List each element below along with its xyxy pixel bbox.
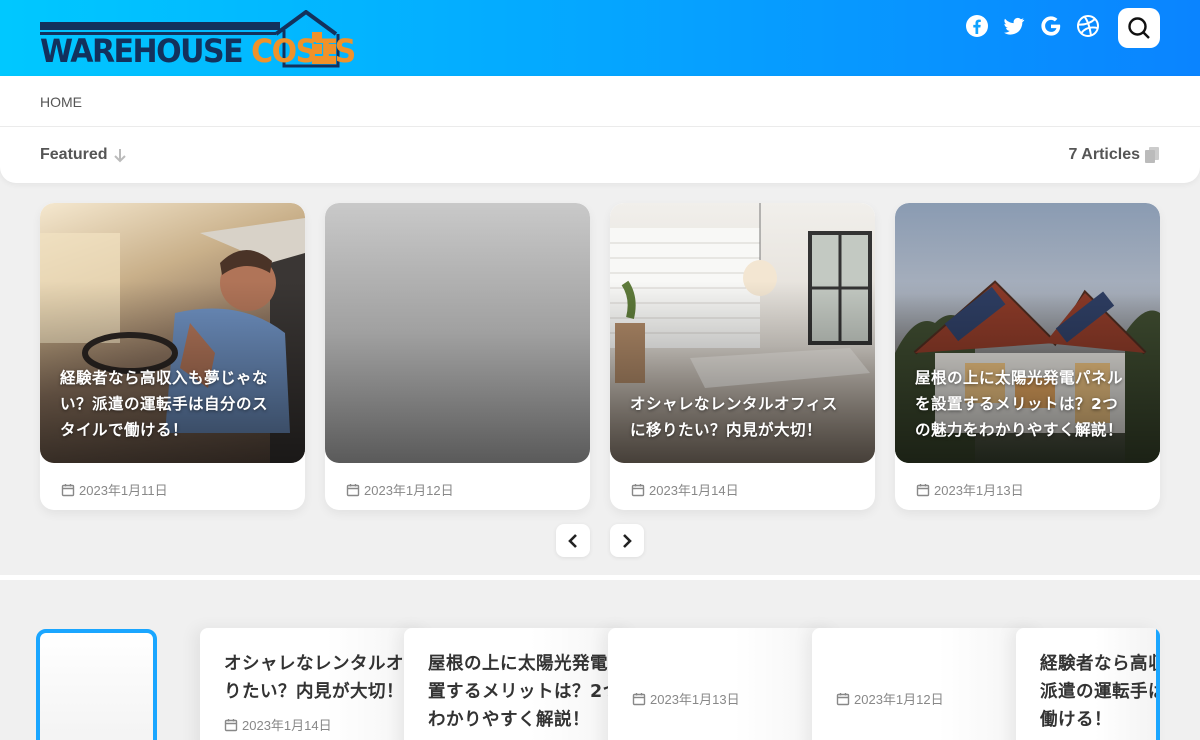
google-icon[interactable] xyxy=(1039,14,1063,38)
facebook-icon[interactable] xyxy=(965,14,989,38)
card-date: 2023年1月11日 xyxy=(61,480,168,499)
card-title[interactable]: 経験者なら高収入も夢じゃな い？派遣の運転手は自分のス タイルで働ける！ xyxy=(60,365,287,443)
card-title[interactable]: オシャレなレンタルオフィス に移りたい？内見が大切！ xyxy=(630,391,857,443)
carousel-card[interactable]: オシャレなレンタルオフィス に移りたい？内見が大切！ 2023年1月14日 xyxy=(610,203,875,510)
search-icon xyxy=(1128,17,1150,39)
list-item-date-text: 2023年1月13日 xyxy=(650,692,740,707)
calendar-icon xyxy=(836,692,850,705)
calendar-icon xyxy=(916,483,930,496)
carousel-card[interactable]: 屋根の上に太陽光発電パネル を設置するメリットは？2つ の魅力をわかりやすく解説… xyxy=(895,203,1160,510)
article-count-label: 7 Articles xyxy=(1068,146,1140,163)
card-date-text: 2023年1月12日 xyxy=(364,483,454,498)
social-links xyxy=(965,14,1100,38)
calendar-icon xyxy=(631,483,645,496)
chevron-left-icon xyxy=(568,533,577,548)
card-date-text: 2023年1月11日 xyxy=(79,483,168,498)
card-date-text: 2023年1月13日 xyxy=(934,483,1024,498)
list-item-title[interactable]: 屋根の上に太陽光発電パネルを設 置するメリットは？2つの魅力を わかりやすく解説… xyxy=(428,650,634,734)
card-date: 2023年1月13日 xyxy=(916,480,1024,499)
card-image[interactable]: 屋根の上に太陽光発電パネル を設置するメリットは？2つ の魅力をわかりやすく解説… xyxy=(895,203,1160,463)
dribbble-icon[interactable] xyxy=(1076,14,1100,38)
list-item-title[interactable]: オシャレなレンタルオフィスに移 りたい？内見が大切！ xyxy=(224,650,430,706)
featured-label: Featured xyxy=(40,146,108,163)
list-item-title-line: 経験者なら高収入も夢じゃない？ xyxy=(1040,654,1160,674)
list-item[interactable]: 経験者なら高収入も夢じゃない？ 派遣の運転手は自分のスタイルで 働ける！ xyxy=(1016,628,1160,740)
breadcrumb-home-link[interactable]: HOME xyxy=(40,94,82,110)
list-item-date-text: 2023年1月14日 xyxy=(242,718,332,733)
list-item-date: 2023年1月14日 xyxy=(224,715,332,734)
list-item-title-line: 屋根の上に太陽光発電パネルを設 xyxy=(428,654,634,674)
card-title[interactable]: 屋根の上に太陽光発電パネル を設置するメリットは？2つ の魅力をわかりやすく解説… xyxy=(915,365,1142,443)
copy-icon xyxy=(1145,147,1159,163)
list-item-active-edge xyxy=(1156,628,1160,740)
logo-bar xyxy=(40,22,280,30)
card-title-line: に移りたい？内見が大切！ xyxy=(630,421,823,439)
list-item-title-line: 派遣の運転手は自分のスタイルで xyxy=(1040,682,1160,702)
card-image[interactable]: オシャレなレンタルオフィス に移りたい？内見が大切！ xyxy=(610,203,875,463)
featured-heading: Featured xyxy=(40,146,128,164)
panel-divider xyxy=(0,126,1200,127)
twitter-icon[interactable] xyxy=(1002,14,1026,38)
featured-panel: HOME Featured 7 Articles xyxy=(0,76,1200,183)
logo-word-warehouse: WAREHOUSE xyxy=(40,32,244,71)
arrow-down-icon xyxy=(113,149,126,163)
card-date: 2023年1月12日 xyxy=(346,480,454,499)
carousel-prev-button[interactable] xyxy=(556,524,590,557)
list-item-title-line: りたい？内見が大切！ xyxy=(224,682,404,702)
article-count: 7 Articles xyxy=(1069,146,1160,164)
list-item-title-line: 働ける！ xyxy=(1040,710,1112,730)
list-item[interactable]: 2023年1月13日 xyxy=(608,628,838,740)
site-logo[interactable]: WAREHOUSE COSTS xyxy=(40,10,356,70)
list-item-title-line: 置するメリットは？2つの魅力を xyxy=(428,682,634,702)
section-divider xyxy=(0,575,1200,580)
card-title-line: を設置するメリットは？2つ xyxy=(915,395,1119,413)
carousel-card[interactable]: 経験者なら高収入も夢じゃな い？派遣の運転手は自分のス タイルで働ける！ 202… xyxy=(40,203,305,510)
list-item-title-line: わかりやすく解説！ xyxy=(428,710,590,730)
selected-thumbnail[interactable] xyxy=(36,629,157,740)
chevron-right-icon xyxy=(623,533,632,548)
site-header: WAREHOUSE COSTS xyxy=(0,0,1200,76)
card-title-line: タイルで働ける！ xyxy=(60,421,189,439)
card-image[interactable]: 経験者なら高収入も夢じゃな い？派遣の運転手は自分のス タイルで働ける！ xyxy=(40,203,305,463)
breadcrumb: HOME xyxy=(40,94,82,110)
card-title-line: い？派遣の運転手は自分のス xyxy=(60,395,269,413)
list-item[interactable]: 屋根の上に太陽光発電パネルを設 置するメリットは？2つの魅力を わかりやすく解説… xyxy=(404,628,634,740)
calendar-icon xyxy=(224,718,238,731)
list-item-date-text: 2023年1月12日 xyxy=(854,692,944,707)
carousel-next-button[interactable] xyxy=(610,524,644,557)
card-image[interactable] xyxy=(325,203,590,463)
logo-word-costs: COSTS xyxy=(251,32,356,71)
search-button[interactable] xyxy=(1118,8,1160,48)
card-title-line: の魅力をわかりやすく解説！ xyxy=(915,421,1124,439)
list-item-date: 2023年1月12日 xyxy=(836,689,944,708)
calendar-icon xyxy=(632,692,646,705)
list-item-title[interactable]: 経験者なら高収入も夢じゃない？ 派遣の運転手は自分のスタイルで 働ける！ xyxy=(1040,650,1160,734)
list-item[interactable]: 2023年1月12日 xyxy=(812,628,1042,740)
list-item-title-line: オシャレなレンタルオフィスに移 xyxy=(224,654,430,674)
calendar-icon xyxy=(346,483,360,496)
card-date-text: 2023年1月14日 xyxy=(649,483,739,498)
card-date: 2023年1月14日 xyxy=(631,480,739,499)
list-item-date: 2023年1月13日 xyxy=(632,689,740,708)
card-title-line: 屋根の上に太陽光発電パネル xyxy=(915,369,1124,387)
card-title-line: 経験者なら高収入も夢じゃな xyxy=(60,369,269,387)
card-title-line: オシャレなレンタルオフィス xyxy=(630,395,838,413)
list-item[interactable]: オシャレなレンタルオフィスに移 りたい？内見が大切！ 2023年1月14日 xyxy=(200,628,430,740)
calendar-icon xyxy=(61,483,75,496)
logo-text: WAREHOUSE COSTS xyxy=(40,32,356,71)
carousel-card[interactable]: 2023年1月12日 xyxy=(325,203,590,510)
